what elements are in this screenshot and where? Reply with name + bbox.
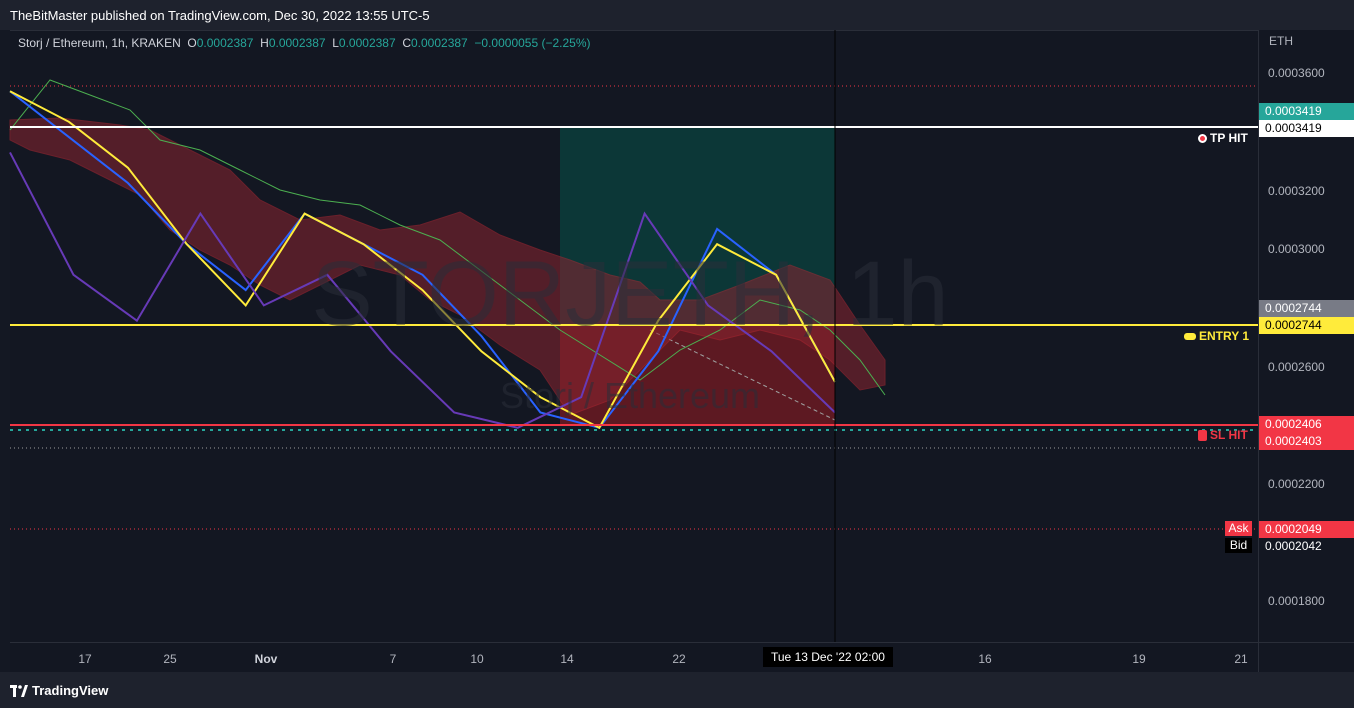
x-tick: 17 — [78, 652, 92, 666]
axis-corner — [1258, 642, 1354, 673]
price-label-sl: 0.0002406 — [1259, 416, 1354, 433]
entry-marker-label: ENTRY 1 — [1199, 329, 1250, 343]
x-tick: 25 — [163, 652, 177, 666]
x-tick: 19 — [1132, 652, 1146, 666]
close-value: 0.0002387 — [411, 36, 468, 50]
price-label-tp: 0.0003419 — [1259, 120, 1354, 137]
price-label-sl2: 0.0002403 — [1259, 433, 1354, 450]
y-tick: 0.0002600 — [1268, 360, 1325, 374]
open-label: O — [187, 36, 197, 50]
sl-marker: SL HIT — [1198, 428, 1248, 442]
sl-marker-label: SL HIT — [1210, 428, 1248, 442]
change-value: −0.0000055 (−2.25%) — [474, 36, 591, 50]
x-tick: 7 — [389, 652, 397, 666]
high-value: 0.0002387 — [268, 36, 326, 50]
y-tick: 0.0002200 — [1268, 477, 1325, 491]
ellipsis-icon — [1184, 332, 1196, 340]
price-label-tp-top: 0.0003419 — [1259, 103, 1354, 120]
crosshair-time-label: Tue 13 Dec '22 02:00 — [763, 647, 893, 667]
high-label: H — [260, 36, 269, 50]
bid-price-label: 0.0002042 — [1259, 538, 1354, 555]
y-tick: 0.0003600 — [1268, 66, 1325, 80]
x-tick: 16 — [978, 652, 992, 666]
x-tick: 10 — [470, 652, 484, 666]
bid-tag: Bid — [1225, 538, 1252, 553]
time-axis[interactable] — [10, 642, 1258, 673]
low-label: L — [332, 36, 339, 50]
tradingview-brand: TradingView — [32, 683, 109, 698]
chart-canvas[interactable]: STORJETH, 1h Storj / Ethereum — [0, 0, 1354, 708]
x-tick: 21 — [1234, 652, 1248, 666]
symbol-name[interactable]: Storj / Ethereum, 1h, KRAKEN — [18, 36, 181, 50]
low-value: 0.0002387 — [338, 36, 396, 50]
x-tick: 14 — [560, 652, 574, 666]
y-tick: 0.0003000 — [1268, 242, 1325, 256]
open-value: 0.0002387 — [196, 36, 254, 50]
symbol-legend: Storj / Ethereum, 1h, KRAKEN O0.0002387 … — [18, 36, 591, 50]
tradingview-logo[interactable]: TradingView — [10, 683, 108, 698]
y-tick: 0.0001800 — [1268, 594, 1325, 608]
watermark-symbol: STORJETH, 1h — [311, 243, 948, 345]
price-label-entry: 0.0002744 — [1259, 317, 1354, 334]
y-tick: 0.0003200 — [1268, 184, 1325, 198]
x-tick-month: Nov — [254, 652, 278, 666]
close-label: C — [402, 36, 411, 50]
x-tick: 22 — [672, 652, 686, 666]
price-axis[interactable]: ETH 0.0003419 0.0003419 0.0002744 0.0002… — [1258, 30, 1354, 642]
ask-price-label: 0.0002049 — [1259, 521, 1354, 538]
watermark-description: Storj / Ethereum — [500, 375, 760, 416]
target-icon — [1198, 133, 1207, 143]
tp-marker: TP HIT — [1198, 131, 1248, 145]
entry-marker: ENTRY 1 — [1184, 329, 1249, 343]
currency-label: ETH — [1269, 34, 1293, 48]
tp-marker-label: TP HIT — [1210, 131, 1248, 145]
ask-tag: Ask — [1225, 521, 1252, 536]
alarm-icon — [1198, 429, 1207, 441]
tradingview-icon — [10, 684, 28, 697]
price-label-entry-top: 0.0002744 — [1259, 300, 1354, 317]
footer — [0, 672, 1354, 708]
